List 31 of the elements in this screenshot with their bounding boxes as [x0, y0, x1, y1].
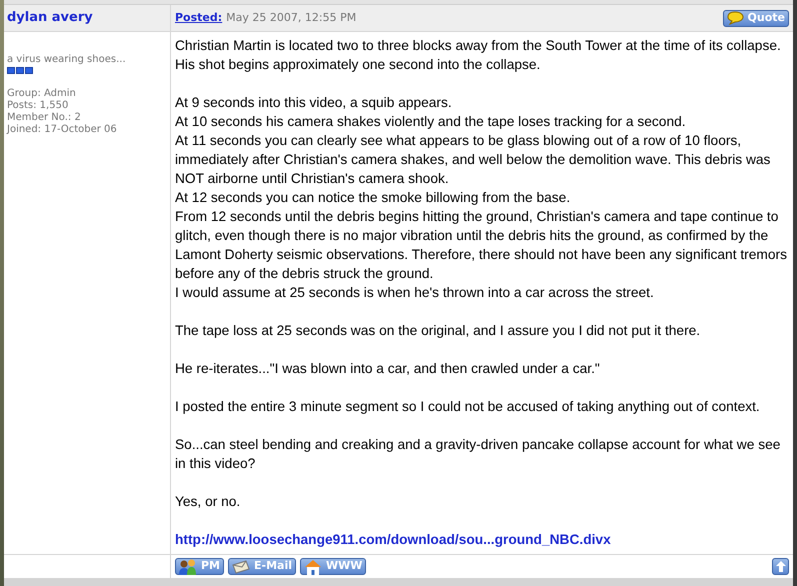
up-arrow-icon: [776, 561, 786, 572]
post-paragraph: At 11 seconds you can clearly see what appears to be glass blowing out of a row of 10 floors, immediately after Christian's camera shakes, and well below the demolition wave. This debris was NOT airborne until Christian's camera shook.: [175, 132, 772, 188]
post-paragraph: He re-iterates..."I was blown into a car, and then crawled under a car.": [175, 360, 601, 378]
post-paragraph: So...can steel bending and creaking and a gravity-driven pancake collapse account for what we see in this video?: [175, 436, 782, 473]
post-paragraph: I posted the entire 3 minute segment so I could not be accused of taking anything out of context.: [175, 398, 761, 416]
post-paragraph: At 10 seconds his camera shakes violently and the tape loses tracking for a second.: [175, 113, 687, 131]
quote-button[interactable]: Quote: [722, 10, 789, 26]
post-paragraph: At 12 seconds you can notice the smoke billowing from the base.: [175, 189, 572, 207]
post-paragraph: Christian Martin is located two to three blocks away from the South Tower at the time of its collapse. His shot begins approximately one second into the collapse.: [175, 37, 782, 74]
post-date: May 25 2007, 12:55 PM: [226, 10, 356, 26]
people-icon: [179, 558, 197, 574]
speech-bubble-icon: [726, 11, 744, 25]
email-button[interactable]: E-Mail: [228, 558, 296, 575]
post-paragraph: From 12 seconds until the debris begins hitting the ground, Christian's camera and tape continue to glitch, even though there is no major vibration until the debris hits the ground, as confirmed by the Lamont Doherty seismic observations. Therefore, there should not have been any significant tremors before any of the debris struck the ground.: [175, 208, 788, 283]
posted-link[interactable]: Posted:: [175, 10, 222, 26]
scroll-top-button[interactable]: [772, 558, 789, 575]
post-paragraph: At 9 seconds into this video, a squib appears.: [175, 94, 453, 112]
member-detail: Joined: 17-October 06: [7, 124, 118, 136]
member-detail: Group: Admin: [7, 88, 77, 100]
member-title: a virus wearing shoes...: [7, 54, 127, 66]
post-paragraph: Yes, or no.: [175, 493, 242, 511]
post-paragraph: I would assume at 25 seconds is when he's thrown into a car across the street.: [175, 284, 655, 302]
envelope-icon: [232, 560, 250, 574]
download-link[interactable]: http://www.loosechange911.com/download/sou...ground_NBC.divx: [175, 530, 789, 549]
www-button[interactable]: WWW: [300, 558, 366, 575]
member-detail: Member No.: 2: [7, 112, 82, 124]
house-icon: [304, 558, 322, 574]
post-paragraph: The tape loss at 25 seconds was on the original, and I assure you I did not put it there.: [175, 322, 702, 340]
author-name[interactable]: dylan avery: [7, 8, 93, 28]
member-detail: Posts: 1,550: [7, 100, 70, 112]
pm-button[interactable]: PM: [175, 558, 224, 575]
